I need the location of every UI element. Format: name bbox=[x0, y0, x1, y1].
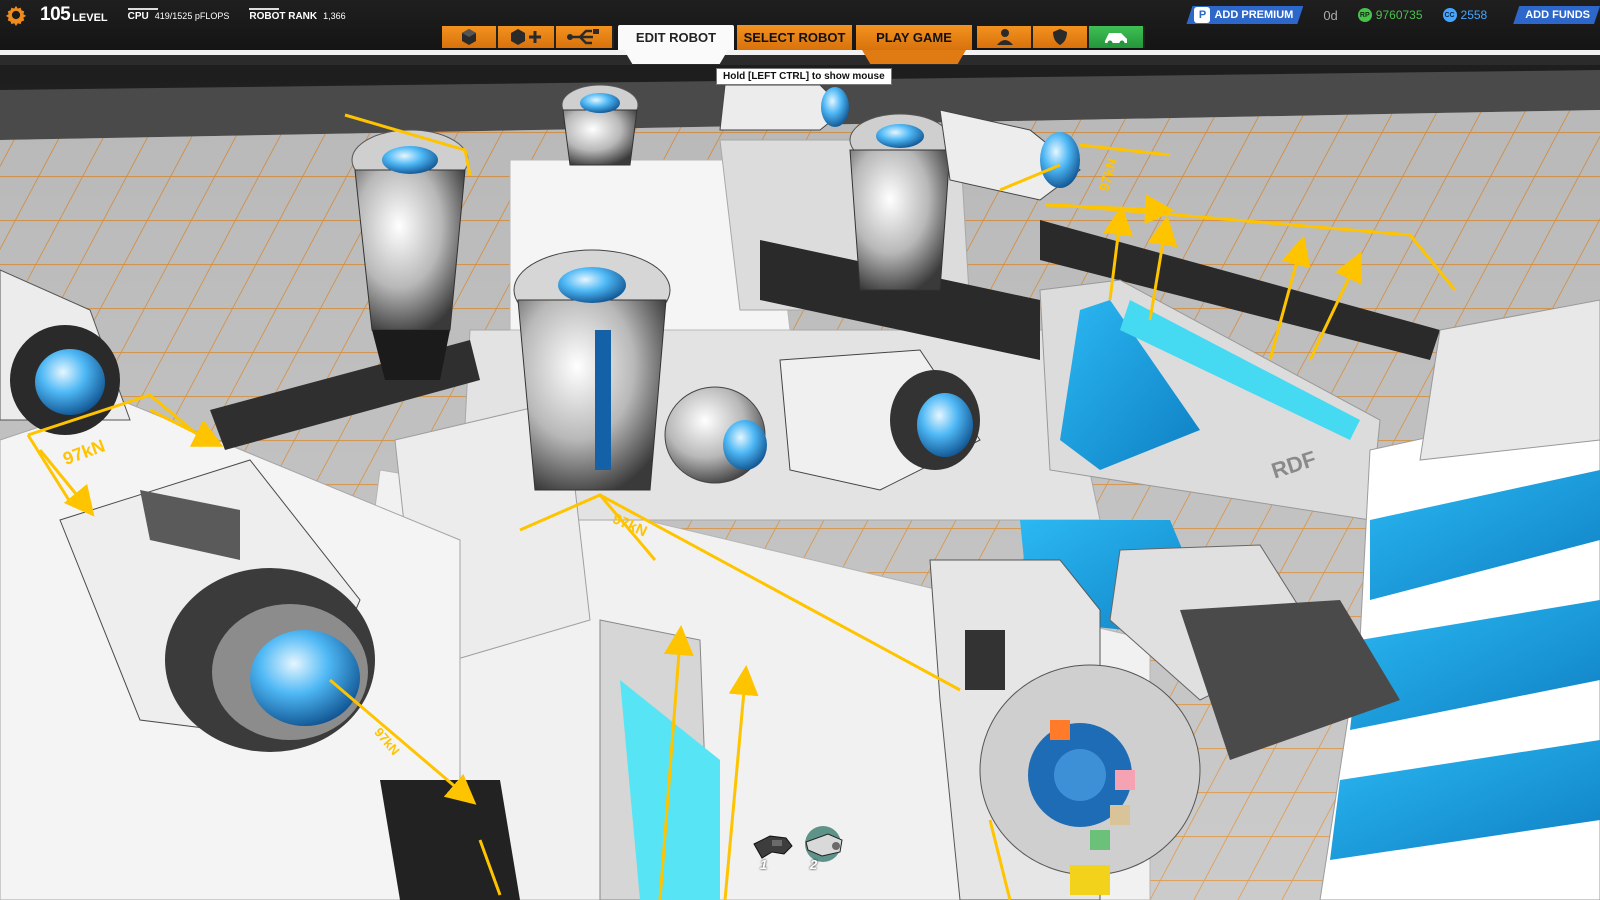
vertical-thruster[interactable] bbox=[513, 249, 671, 491]
usb-connection-icon bbox=[567, 29, 599, 45]
plasma-weapon-icon bbox=[805, 826, 843, 862]
weapon-slot-2[interactable]: 2 bbox=[798, 824, 848, 880]
show-mouse-tooltip: Hold [LEFT CTRL] to show mouse bbox=[716, 68, 892, 85]
profile-button[interactable] bbox=[977, 26, 1033, 48]
robits-icon: RP bbox=[1357, 8, 1372, 22]
cube-add-button[interactable] bbox=[498, 26, 556, 48]
player-stats: 105 LEVEL CPU 419/1525 pFLOPS ROBOT RANK… bbox=[0, 0, 346, 30]
robits-value: 9760735 bbox=[1375, 8, 1423, 22]
premium-icon: P bbox=[1194, 7, 1210, 23]
vertical-thruster[interactable] bbox=[849, 113, 951, 291]
cpu-label: CPU bbox=[127, 11, 149, 22]
robot-build-viewport[interactable]: RDF 97kN 97kN 97kN 97kN bbox=[0, 0, 1600, 900]
cosmetic-credits-icon: CC bbox=[1442, 8, 1457, 22]
robot-rank-value: 1,366 bbox=[323, 11, 346, 21]
add-premium-label: ADD PREMIUM bbox=[1214, 9, 1294, 21]
tab-play-game[interactable]: PLAY GAME bbox=[856, 25, 972, 50]
weapon-slot-number: 1 bbox=[760, 857, 768, 872]
level-value: 105 bbox=[40, 4, 71, 25]
horizontal-thruster[interactable] bbox=[719, 84, 849, 131]
weapon-slot-number: 2 bbox=[810, 857, 818, 872]
person-icon bbox=[997, 29, 1013, 45]
connection-button[interactable] bbox=[556, 26, 614, 48]
tab-select-robot[interactable]: SELECT ROBOT bbox=[737, 25, 852, 50]
cube-icon bbox=[462, 29, 476, 45]
shield-icon bbox=[1053, 29, 1067, 45]
weapon-hotbar: 1 2 bbox=[748, 824, 848, 880]
add-funds-button[interactable]: ADD FUNDS bbox=[1513, 6, 1600, 24]
account-panel: P ADD PREMIUM 0d RP 9760735 CC 2558 ADD … bbox=[1186, 4, 1600, 26]
smg-weapon-icon bbox=[753, 835, 793, 859]
garage-button[interactable] bbox=[1089, 26, 1145, 48]
robits-balance: RP 9760735 bbox=[1357, 8, 1423, 22]
scene-canvas: RDF 97kN 97kN 97kN 97kN bbox=[0, 60, 1600, 900]
build-tools-group bbox=[442, 26, 614, 48]
robot-rank-stat: ROBOT RANK 1,366 bbox=[249, 8, 346, 22]
robot-rank-label: ROBOT RANK bbox=[249, 11, 318, 22]
tab-edit-robot[interactable]: EDIT ROBOT bbox=[618, 25, 734, 50]
weapon-slot-1[interactable]: 1 bbox=[748, 824, 798, 880]
cosmetic-credits-balance: CC 2558 bbox=[1442, 8, 1488, 22]
cube-add-icon bbox=[511, 29, 541, 45]
garage-robot-icon bbox=[1105, 33, 1127, 46]
premium-days: 0d bbox=[1323, 7, 1338, 23]
add-premium-button[interactable]: P ADD PREMIUM bbox=[1186, 6, 1303, 24]
cube-inventory-button[interactable] bbox=[442, 26, 498, 48]
cpu-value: 419/1525 pFLOPS bbox=[154, 11, 230, 21]
cosmetic-credits-value: 2558 bbox=[1460, 8, 1488, 22]
vertical-thruster[interactable] bbox=[561, 84, 639, 166]
clan-button[interactable] bbox=[1033, 26, 1089, 48]
gear-icon[interactable] bbox=[5, 4, 27, 26]
top-hud-bar: 105 LEVEL CPU 419/1525 pFLOPS ROBOT RANK… bbox=[0, 0, 1600, 65]
cpu-stat: CPU 419/1525 pFLOPS bbox=[127, 8, 230, 22]
menu-buttons-group bbox=[977, 26, 1145, 48]
level-label: LEVEL bbox=[72, 12, 108, 24]
